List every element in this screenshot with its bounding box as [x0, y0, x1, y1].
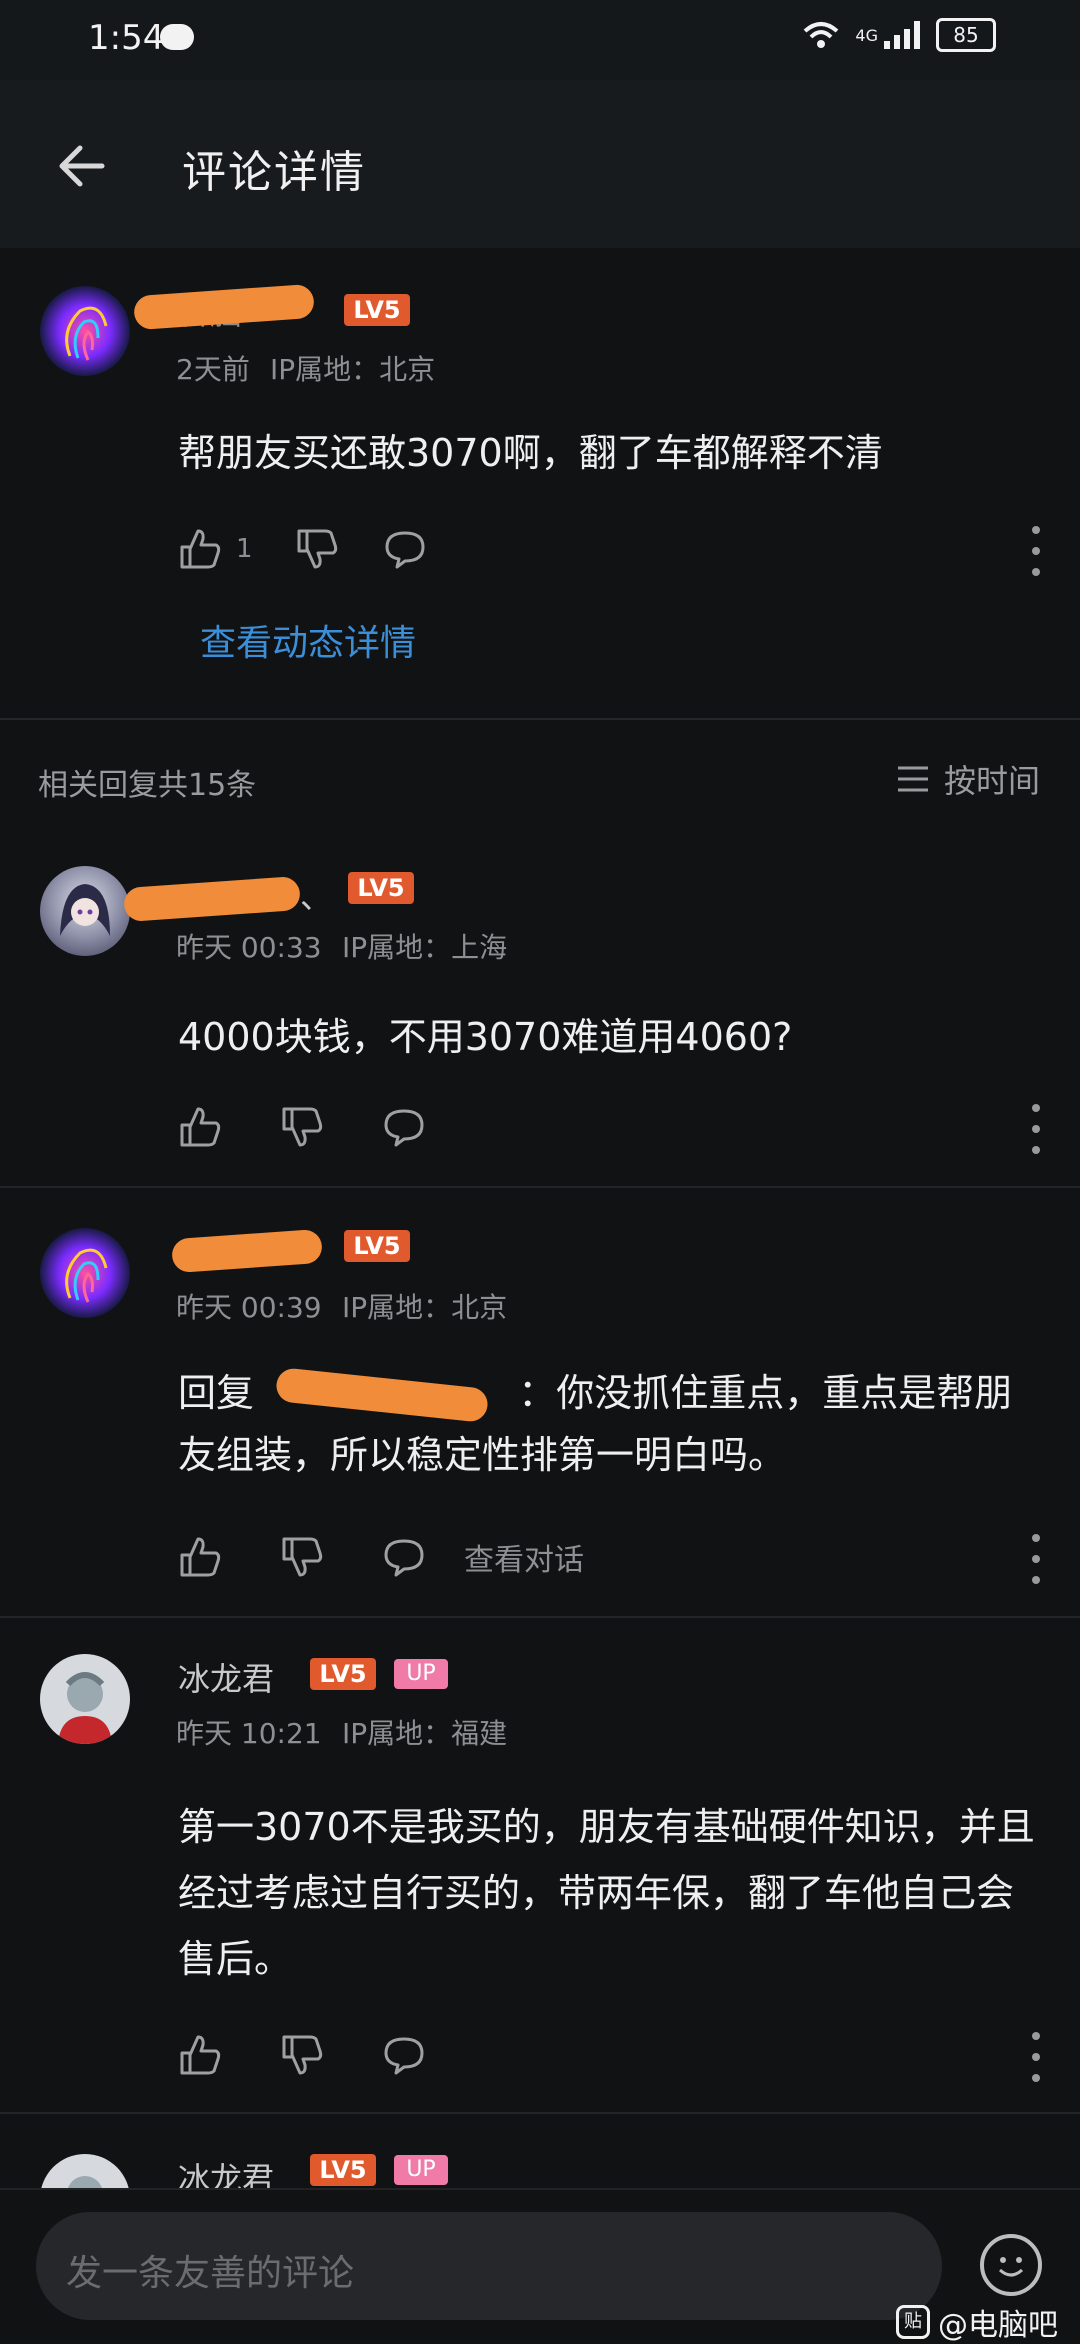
wifi-icon [804, 22, 839, 48]
comment-input-placeholder: 发一条友善的评论 [66, 2253, 355, 2294]
avatar[interactable] [40, 286, 130, 376]
more-icon[interactable] [1028, 1104, 1044, 1154]
like-icon[interactable] [176, 1533, 224, 1581]
signal-icon [884, 21, 920, 49]
redaction-mark [133, 283, 315, 331]
dislike-icon[interactable] [278, 1103, 326, 1151]
reply-item: 冰龙君 LV5 UP [0, 2114, 1080, 2188]
avatar[interactable] [40, 1228, 130, 1318]
author-name[interactable]: 、 [300, 872, 332, 918]
dislike-icon[interactable] [278, 1533, 326, 1581]
up-badge: UP [394, 1659, 448, 1689]
back-arrow-icon[interactable] [54, 138, 110, 194]
level-badge: LV5 [348, 872, 414, 904]
author-name[interactable]: 冰龙君 [178, 2154, 274, 2188]
comment-icon[interactable] [381, 525, 429, 573]
view-conversation-link[interactable]: 查看对话 [464, 1535, 584, 1579]
emoji-icon[interactable] [980, 2234, 1042, 2296]
tieba-logo-icon: 贴 [896, 2305, 930, 2339]
sort-button[interactable]: 按时间 [896, 756, 1040, 802]
more-icon[interactable] [1028, 1534, 1044, 1584]
like-icon[interactable] [176, 2031, 224, 2079]
more-icon[interactable] [1028, 2032, 1044, 2082]
level-badge: LV5 [310, 1658, 376, 1690]
fingerprint-avatar-icon [65, 1248, 108, 1303]
status-bar: 1:54 4G 85 [0, 0, 1080, 80]
mentioned-user[interactable] [266, 1366, 506, 1423]
comment-actions: 查看对话 [176, 1532, 584, 1582]
redaction-mark [170, 1228, 324, 1274]
comment-actions [176, 1102, 428, 1152]
like-icon[interactable] [176, 1103, 224, 1151]
comment-time: 昨天 10:21 [176, 1717, 322, 1750]
comment-ip: IP属地：北京 [342, 1291, 508, 1324]
replies-count-label: 相关回复共15条 [38, 768, 257, 803]
comment-time: 2天前 [176, 353, 250, 386]
comment-ip: IP属地：福建 [342, 1717, 508, 1750]
reply-item: 、 LV5 昨天 00:33 IP属地：上海 4000块钱，不用3070难道用4… [0, 840, 1080, 1188]
comment-text: 帮朋友买还敢3070啊，翻了车都解释不清 [178, 431, 883, 475]
sort-label: 按时间 [943, 762, 1040, 800]
main-comment: 智脑 LV5 2天前 IP属地：北京 帮朋友买还敢3070啊，翻了车都解释不清 … [0, 248, 1080, 720]
comment-text: 4000块钱，不用3070难道用4060? [178, 1015, 793, 1059]
comment-time: 昨天 00:33 [176, 931, 322, 964]
character-avatar-icon [58, 1672, 112, 1744]
anime-avatar-icon [60, 884, 110, 936]
dislike-icon[interactable] [293, 525, 341, 573]
status-time: 1:54 [88, 18, 165, 58]
watermark-text: @电脑吧 [938, 2308, 1058, 2343]
reply-prefix: 回复 [178, 1371, 255, 1415]
comment-icon[interactable] [380, 1533, 428, 1581]
author-name[interactable]: 冰龙君 [178, 1654, 274, 1700]
top-app-bar: 评论详情 [0, 80, 1080, 248]
comment-input[interactable]: 发一条友善的评论 [36, 2212, 942, 2320]
up-badge: UP [394, 2155, 448, 2185]
dislike-icon[interactable] [278, 2031, 326, 2079]
replies-section-header: 相关回复共15条 按时间 [0, 720, 1080, 840]
reply-item: LV5 昨天 00:39 IP属地：北京 回复 ：你没抓住重点，重点是帮朋友组装… [0, 1188, 1080, 1618]
comment-ip: IP属地：北京 [270, 353, 436, 386]
avatar[interactable] [40, 1654, 130, 1744]
character-avatar-icon [68, 2176, 102, 2188]
message-notification-icon [160, 24, 194, 50]
avatar[interactable] [40, 866, 130, 956]
comment-text: 回复 ：你没抓住重点，重点是帮朋友组装，所以稳定性排第一明白吗。 [178, 1362, 1040, 1486]
redaction-mark [123, 875, 301, 923]
level-badge: LV5 [344, 1230, 410, 1262]
status-right: 4G 85 [803, 18, 996, 52]
comment-text: 第一3070不是我买的，朋友有基础硬件知识，并且经过考虑过自行买的，带两年保，翻… [178, 1805, 1035, 1981]
sort-list-icon [897, 766, 928, 792]
level-badge: LV5 [310, 2154, 376, 2186]
level-badge: LV5 [344, 294, 410, 326]
comment-icon[interactable] [380, 1103, 428, 1151]
avatar[interactable] [40, 2154, 130, 2188]
like-icon[interactable] [176, 525, 224, 573]
comment-ip: IP属地：上海 [342, 931, 508, 964]
comment-actions: 1 [176, 524, 429, 574]
comment-actions [176, 2030, 428, 2080]
fingerprint-avatar-icon [65, 306, 108, 361]
page-title: 评论详情 [182, 147, 366, 198]
network-type: 4G [855, 25, 878, 45]
comment-time: 昨天 00:39 [176, 1291, 322, 1324]
comment-icon[interactable] [380, 2031, 428, 2079]
watermark: 贴 @电脑吧 [896, 2300, 1058, 2344]
view-post-detail-link[interactable]: 查看动态详情 [200, 614, 416, 666]
more-icon[interactable] [1028, 526, 1044, 576]
reply-item: 冰龙君 LV5 UP 昨天 10:21 IP属地：福建 第一3070不是我买的，… [0, 1618, 1080, 2114]
like-count: 1 [236, 534, 253, 564]
battery-icon: 85 [936, 18, 996, 52]
